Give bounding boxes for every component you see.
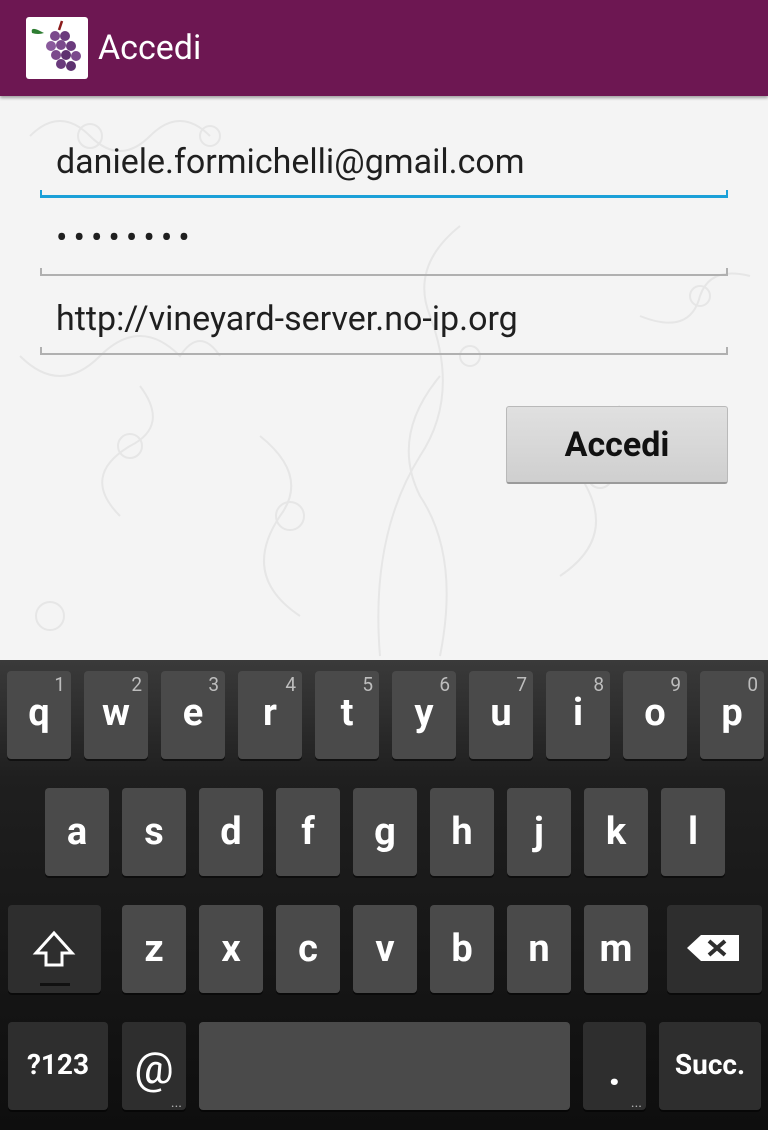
key-r[interactable]: 4r — [238, 671, 302, 759]
key-h[interactable]: h — [430, 788, 494, 876]
key-y[interactable]: 6y — [392, 671, 456, 759]
key-p[interactable]: 0p — [700, 671, 764, 759]
key-w[interactable]: 2w — [84, 671, 148, 759]
key-d[interactable]: d — [199, 788, 263, 876]
key-z-label: z — [144, 927, 164, 971]
key-x[interactable]: x — [199, 905, 263, 993]
key-v-label: v — [375, 927, 395, 971]
key-x-label: x — [221, 927, 241, 971]
soft-keyboard: 1q2w3e4r5t6y7u8i9o0p a s d f g h j k l z x c v b n m ?… — [0, 660, 768, 1130]
key-i[interactable]: 8i — [546, 671, 610, 759]
period-key-label: . — [608, 1044, 621, 1096]
shift-icon — [32, 930, 76, 986]
key-g-label: g — [374, 810, 396, 854]
login-form: daniele.formichelli@gmail.com •••••••• h… — [0, 96, 768, 660]
key-n[interactable]: n — [507, 905, 571, 993]
key-a[interactable]: a — [45, 788, 109, 876]
key-u[interactable]: 7u — [469, 671, 533, 759]
key-b-label: b — [451, 927, 473, 971]
key-t-label: t — [340, 691, 354, 735]
password-field[interactable]: •••••••• — [40, 214, 728, 276]
password-field-value: •••••••• — [56, 218, 196, 258]
key-g[interactable]: g — [353, 788, 417, 876]
key-n-label: n — [528, 927, 550, 971]
email-field-value: daniele.formichelli@gmail.com — [56, 142, 525, 182]
key-a-label: a — [66, 810, 88, 854]
enter-key[interactable]: Succ. — [659, 1022, 761, 1110]
key-b[interactable]: b — [430, 905, 494, 993]
key-p-label: p — [721, 691, 743, 735]
key-q[interactable]: 1q — [7, 671, 71, 759]
server-url-field-underline — [40, 347, 728, 355]
key-h-label: h — [451, 810, 473, 854]
key-j-label: j — [534, 810, 544, 854]
grape-logo-icon[interactable] — [26, 17, 88, 79]
backspace-icon — [687, 935, 739, 961]
at-key[interactable]: @ ... — [122, 1022, 186, 1110]
symbols-key[interactable]: ?123 — [8, 1022, 108, 1110]
key-m-label: m — [599, 927, 633, 971]
key-c[interactable]: c — [276, 905, 340, 993]
shift-key[interactable] — [8, 905, 101, 993]
key-e[interactable]: 3e — [161, 671, 225, 759]
key-i-label: i — [572, 691, 584, 735]
key-s-label: s — [144, 810, 164, 854]
email-field[interactable]: daniele.formichelli@gmail.com — [40, 136, 728, 198]
email-field-underline — [40, 190, 728, 198]
key-c-label: c — [298, 927, 318, 971]
key-e-label: e — [182, 691, 204, 735]
more-options-dots: ... — [170, 1095, 182, 1111]
key-j[interactable]: j — [507, 788, 571, 876]
key-f[interactable]: f — [276, 788, 340, 876]
action-bar: Accedi — [0, 0, 768, 96]
key-f-label: f — [301, 810, 315, 854]
key-t[interactable]: 5t — [315, 671, 379, 759]
key-w-label: w — [102, 691, 130, 735]
page-title: Accedi — [98, 28, 202, 68]
server-url-field-value: http://vineyard-server.no-ip.org — [56, 299, 518, 339]
key-o-label: o — [644, 691, 666, 735]
password-field-underline — [40, 268, 728, 276]
key-s[interactable]: s — [122, 788, 186, 876]
backspace-key[interactable] — [667, 905, 762, 993]
key-v[interactable]: v — [353, 905, 417, 993]
key-o[interactable]: 9o — [623, 671, 687, 759]
enter-key-label: Succ. — [674, 1048, 746, 1081]
space-key[interactable] — [199, 1022, 570, 1110]
at-key-label: @ — [134, 1042, 174, 1094]
key-q-label: q — [28, 691, 50, 735]
key-k-label: k — [605, 810, 627, 854]
server-url-field[interactable]: http://vineyard-server.no-ip.org — [40, 293, 728, 355]
key-r-label: r — [263, 691, 277, 735]
login-button[interactable]: Accedi — [506, 406, 728, 484]
key-y-label: y — [414, 691, 434, 735]
key-k[interactable]: k — [584, 788, 648, 876]
more-options-dots: ... — [630, 1095, 642, 1111]
symbols-key-label: ?123 — [26, 1048, 90, 1081]
key-m[interactable]: m — [584, 905, 648, 993]
period-key[interactable]: . ... — [583, 1022, 646, 1110]
key-l-label: l — [687, 810, 699, 854]
key-u-label: u — [490, 691, 512, 735]
key-d-label: d — [220, 810, 242, 854]
key-l[interactable]: l — [661, 788, 725, 876]
key-z[interactable]: z — [122, 905, 186, 993]
